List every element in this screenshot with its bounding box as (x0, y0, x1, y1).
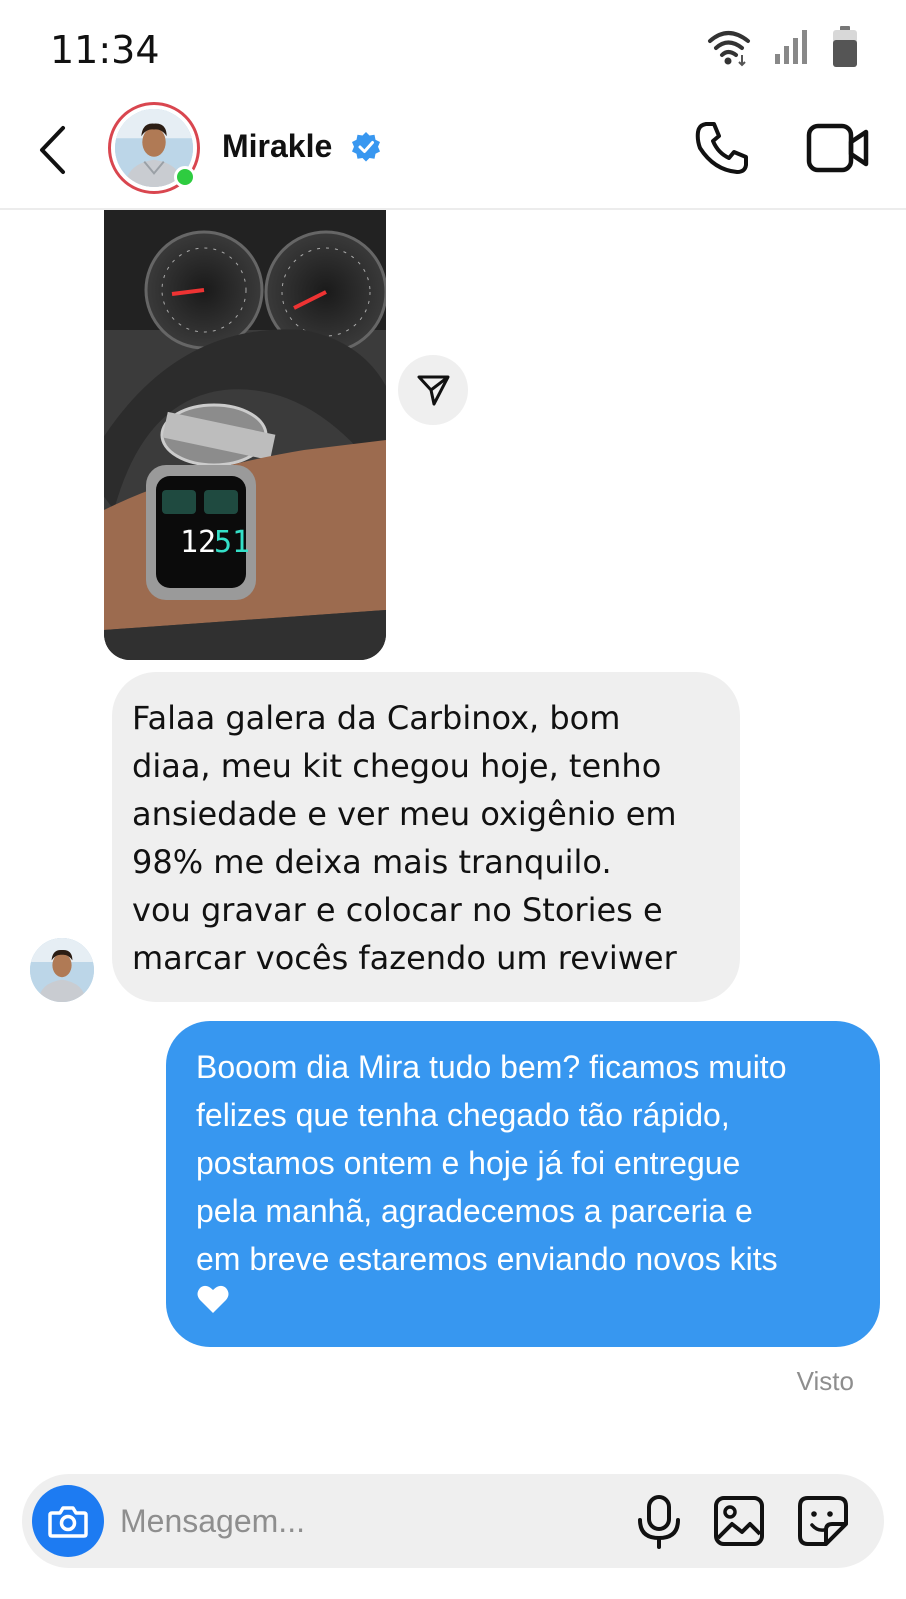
battery-icon (833, 26, 857, 67)
send-paper-plane-icon (417, 375, 450, 406)
phone-call-icon (695, 122, 748, 174)
outgoing-message-bubble[interactable]: Booom dia Mira tudo bem? ficamos muito f… (166, 1021, 880, 1347)
gallery-button[interactable] (712, 1494, 766, 1548)
verified-badge-icon (352, 132, 380, 162)
svg-text:51: 51 (214, 525, 250, 560)
share-photo-button[interactable] (398, 355, 468, 425)
online-status-dot (174, 166, 196, 188)
sticker-icon (798, 1496, 848, 1546)
status-time: 11:34 (50, 28, 160, 72)
chat-header: Mirakle (0, 100, 906, 210)
microphone-button[interactable] (634, 1494, 684, 1550)
chevron-left-icon (40, 126, 65, 174)
photo-message[interactable]: 12 51 (104, 210, 386, 660)
video-call-icon (806, 123, 869, 173)
camera-button[interactable] (32, 1485, 104, 1557)
phone-call-button[interactable] (692, 118, 752, 178)
outgoing-message-text: Booom dia Mira tudo bem? ficamos muito f… (196, 1049, 787, 1277)
status-bar: 11:34 (0, 0, 906, 100)
microphone-icon (638, 1495, 680, 1549)
back-button[interactable] (30, 120, 74, 180)
sticker-button[interactable] (796, 1494, 850, 1548)
status-icons (706, 26, 858, 68)
message-composer (22, 1474, 884, 1568)
seen-status: Visto (796, 1366, 854, 1396)
incoming-message-bubble[interactable]: Falaa galera da Carbinox, bom diaa, meu … (112, 672, 740, 1002)
gallery-icon (714, 1496, 764, 1546)
svg-text:12: 12 (180, 525, 216, 560)
cellular-signal-icon (775, 30, 807, 64)
contact-name[interactable]: Mirakle (222, 128, 332, 165)
wifi-icon (708, 31, 750, 67)
heart-icon (197, 1285, 229, 1313)
incoming-message-text: Falaa galera da Carbinox, bom diaa, meu … (132, 699, 677, 977)
message-input[interactable] (120, 1498, 600, 1544)
camera-icon (48, 1506, 88, 1538)
video-call-button[interactable] (806, 120, 870, 176)
sender-avatar[interactable] (30, 938, 94, 1002)
